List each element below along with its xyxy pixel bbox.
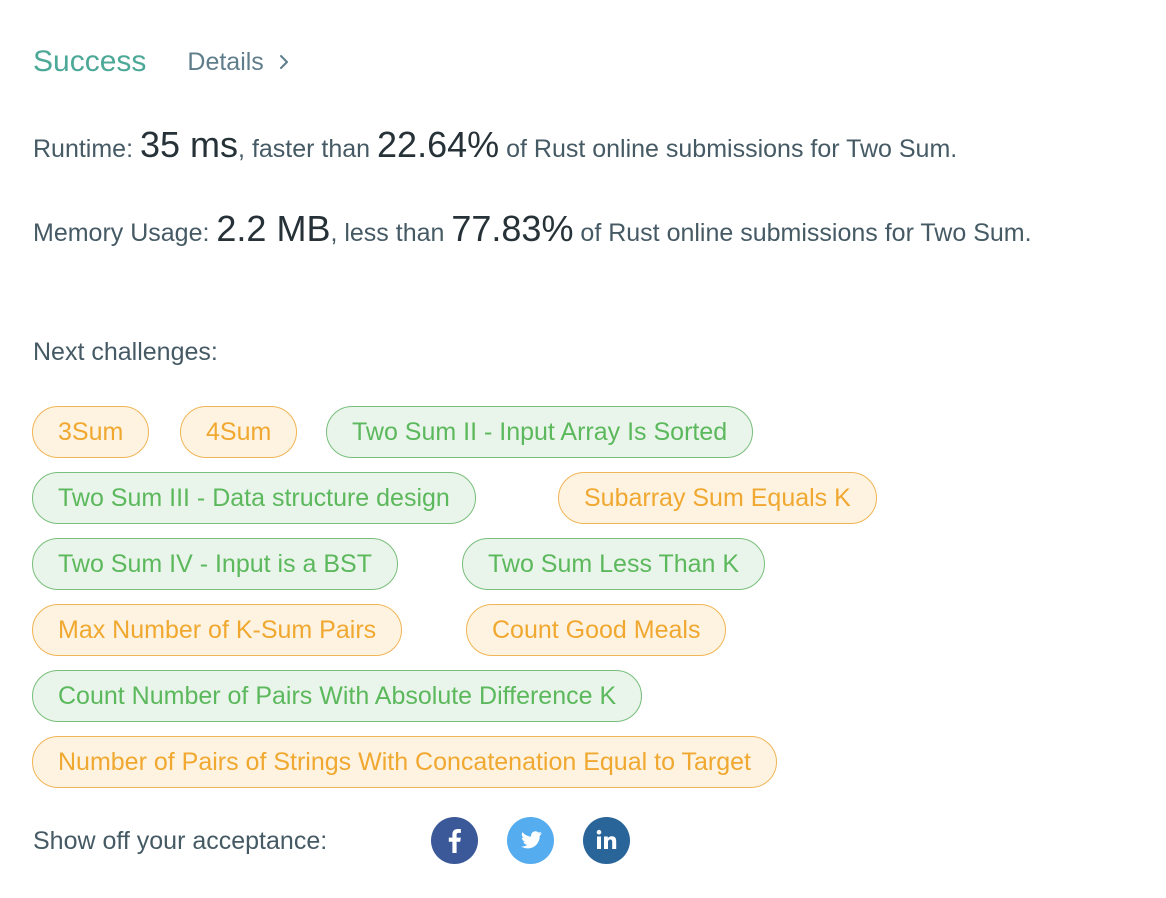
twitter-share-button[interactable] xyxy=(507,817,554,864)
share-row: Show off your acceptance: xyxy=(33,817,653,865)
details-label: Details xyxy=(187,47,264,76)
linkedin-share-button[interactable] xyxy=(583,817,630,864)
facebook-share-button[interactable] xyxy=(431,817,478,864)
runtime-percent: 22.64% xyxy=(377,124,500,165)
chevron-right-icon xyxy=(279,55,288,69)
details-link[interactable]: Details xyxy=(187,48,291,77)
twitter-icon xyxy=(507,817,554,864)
challenge-tag[interactable]: Count Good Meals xyxy=(466,604,727,656)
runtime-label: Runtime: xyxy=(33,135,134,163)
runtime-value: 35 ms xyxy=(140,124,239,165)
share-label: Show off your acceptance: xyxy=(33,826,328,855)
challenge-tag[interactable]: Two Sum IV - Input is a BST xyxy=(32,538,399,590)
memory-suffix: of Rust online submissions for Two Sum. xyxy=(580,219,1032,247)
challenge-tag[interactable]: 4Sum xyxy=(180,406,298,458)
status-title: Success xyxy=(33,45,147,78)
challenge-tag[interactable]: Two Sum III - Data structure design xyxy=(32,472,476,524)
runtime-summary: Runtime: 35 ms, faster than 22.64% of Ru… xyxy=(33,124,1133,170)
memory-percent: 77.83% xyxy=(451,208,574,249)
challenge-tag[interactable]: Max Number of K-Sum Pairs xyxy=(32,604,403,656)
challenge-tag[interactable]: Subarray Sum Equals K xyxy=(558,472,877,524)
challenge-tag[interactable]: Number of Pairs of Strings With Concaten… xyxy=(32,736,777,788)
facebook-icon xyxy=(431,817,478,864)
memory-summary: Memory Usage: 2.2 MB, less than 77.83% o… xyxy=(33,208,1133,254)
runtime-suffix: of Rust online submissions for Two Sum. xyxy=(506,135,958,163)
challenge-tag[interactable]: Two Sum II - Input Array Is Sorted xyxy=(326,406,754,458)
challenge-tag[interactable]: Count Number of Pairs With Absolute Diff… xyxy=(32,670,643,722)
runtime-comparison: , faster than xyxy=(238,135,371,163)
memory-label: Memory Usage: xyxy=(33,219,210,247)
memory-comparison: , less than xyxy=(330,219,445,247)
challenge-tag[interactable]: 3Sum xyxy=(32,406,150,458)
next-challenges-label: Next challenges: xyxy=(33,338,218,366)
status-row: Success Details xyxy=(33,44,292,80)
memory-value: 2.2 MB xyxy=(216,208,331,249)
linkedin-icon xyxy=(583,817,630,864)
challenge-tag[interactable]: Two Sum Less Than K xyxy=(462,538,766,590)
